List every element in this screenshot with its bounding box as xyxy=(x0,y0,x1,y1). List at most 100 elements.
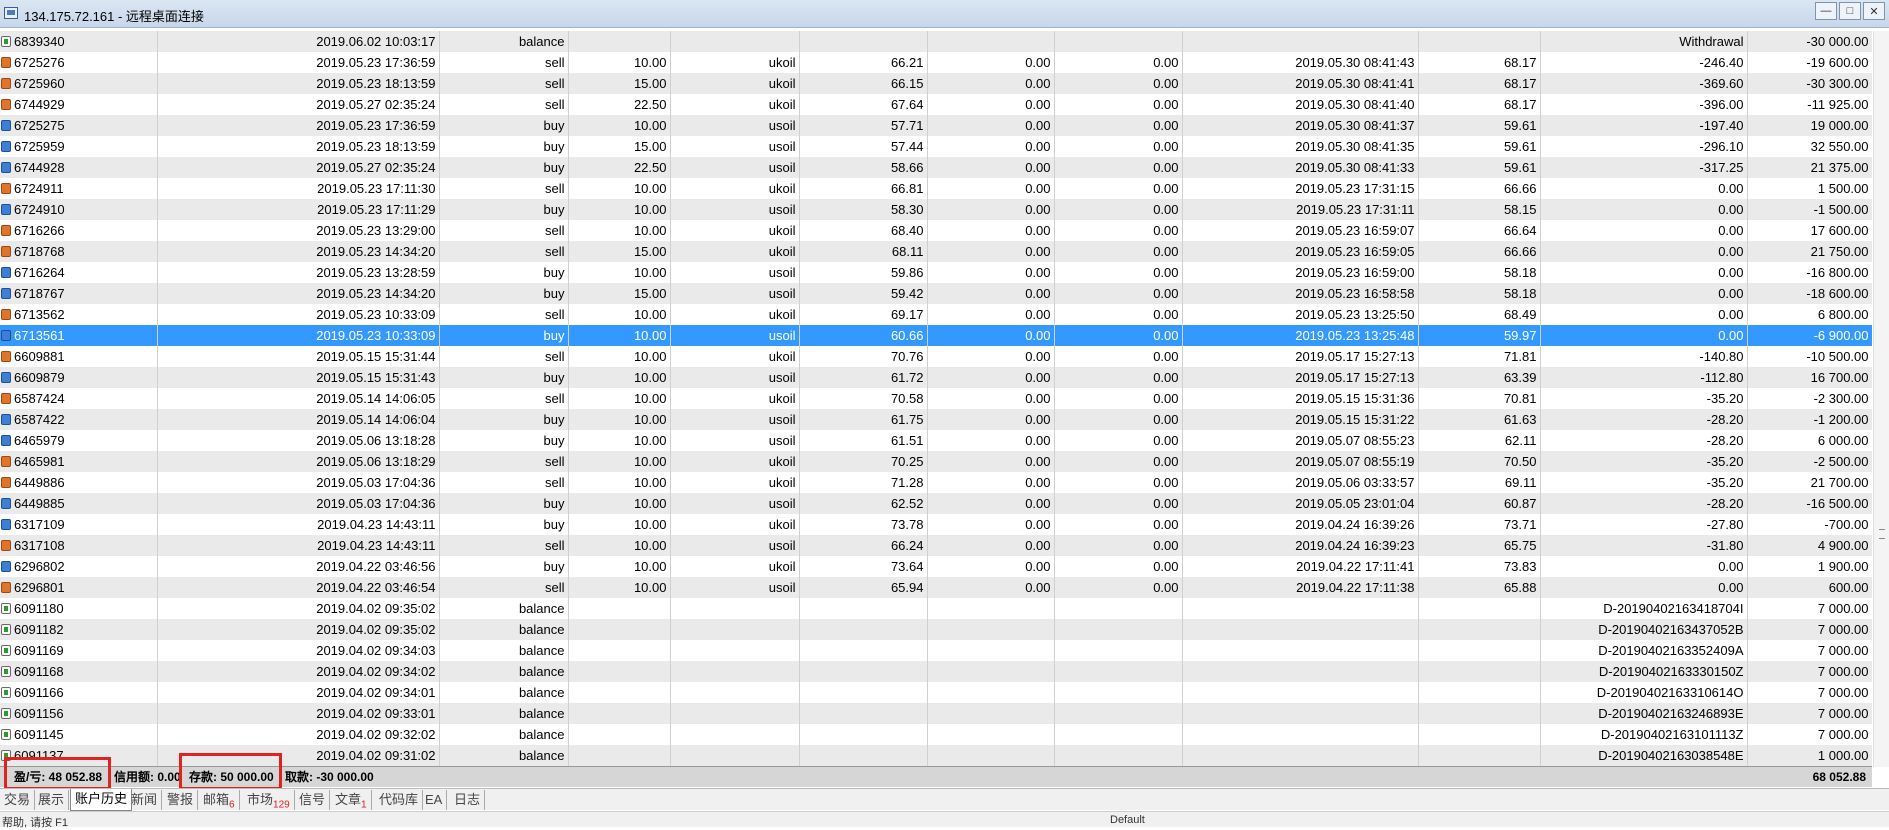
cell-open-time: 2019.05.23 17:36:59 xyxy=(157,115,440,136)
cell-sl xyxy=(927,724,1055,745)
tab-7[interactable]: 信号 xyxy=(295,790,331,810)
tab-0[interactable]: 交易 xyxy=(0,790,36,810)
cell-tp xyxy=(1054,703,1183,724)
cell-volume: 10.00 xyxy=(568,556,671,577)
cell-open-price: 62.52 xyxy=(799,493,928,514)
table-row[interactable]: 6724911 2019.05.23 17:11:30 sell 10.00 ukoil… xyxy=(0,178,1872,199)
sell-order-icon xyxy=(1,540,11,551)
cell-volume xyxy=(568,31,671,52)
ticket-label: 6449886 xyxy=(14,475,65,490)
table-row[interactable]: 6609879 2019.05.15 15:31:43 buy 10.00 usoil 6… xyxy=(0,367,1872,388)
table-row[interactable]: 6725959 2019.05.23 18:13:59 buy 15.00 usoil 5… xyxy=(0,136,1872,157)
table-row[interactable]: 6465979 2019.05.06 13:18:28 buy 10.00 usoil 6… xyxy=(0,430,1872,451)
scrollbar-grip[interactable] xyxy=(1879,529,1885,539)
table-row[interactable]: 6317108 2019.04.23 14:43:11 sell 10.00 usoil… xyxy=(0,535,1872,556)
cell-type: buy xyxy=(439,430,569,451)
table-row[interactable]: 6587424 2019.05.14 14:06:05 sell 10.00 ukoil… xyxy=(0,388,1872,409)
table-row[interactable]: 6725276 2019.05.23 17:36:59 sell 10.00 ukoil… xyxy=(0,52,1872,73)
ticket-label: 6091180 xyxy=(14,601,64,616)
cell-swap-comment: -35.20 xyxy=(1540,472,1748,493)
cell-profit: -700.00 xyxy=(1747,514,1872,535)
tab-label: 警报 xyxy=(167,792,194,807)
cell-close-price: 66.64 xyxy=(1418,220,1541,241)
remote-desktop-icon xyxy=(4,7,18,19)
withdrawal-total: 取款: -30 000.00 xyxy=(285,770,374,784)
table-row[interactable]: 6449886 2019.05.03 17:04:36 sell 10.00 ukoil… xyxy=(0,472,1872,493)
cell-open-price: 58.30 xyxy=(799,199,928,220)
cell-tp: 0.00 xyxy=(1054,73,1183,94)
ticket-label: 6725959 xyxy=(14,139,65,154)
cell-open-time: 2019.05.27 02:35:24 xyxy=(157,157,440,178)
cell-volume: 10.00 xyxy=(568,514,671,535)
table-row[interactable]: 6718767 2019.05.23 14:34:20 buy 15.00 usoil 5… xyxy=(0,283,1872,304)
table-row[interactable]: 6609881 2019.05.15 15:31:44 sell 10.00 ukoil… xyxy=(0,346,1872,367)
tab-2[interactable]: 账户历史 xyxy=(70,789,133,811)
tab-9[interactable]: 代码库 xyxy=(375,790,424,810)
cell-close-time: 2019.05.07 08:55:23 xyxy=(1182,430,1419,451)
cell-symbol: ukoil xyxy=(670,94,800,115)
table-row[interactable]: 6091180 2019.04.02 09:35:02 balance D-20190… xyxy=(0,598,1872,619)
tab-3[interactable]: 新闻 xyxy=(127,790,163,810)
tab-10[interactable]: EA xyxy=(421,790,448,810)
table-row[interactable]: 6091145 2019.04.02 09:32:02 balance D-20190… xyxy=(0,724,1872,745)
cell-tp: 0.00 xyxy=(1054,157,1183,178)
tab-8[interactable]: 文章1 xyxy=(331,790,372,811)
table-row[interactable]: 6713562 2019.05.23 10:33:09 sell 10.00 ukoil… xyxy=(0,304,1872,325)
tab-label: 信号 xyxy=(299,792,326,807)
tab-5[interactable]: 邮箱6 xyxy=(199,790,240,811)
tab-6[interactable]: 市场129 xyxy=(243,790,295,811)
cell-close-price: 69.11 xyxy=(1418,472,1541,493)
table-row[interactable]: 6091166 2019.04.02 09:34:01 balance D-20190… xyxy=(0,682,1872,703)
cell-sl: 0.00 xyxy=(927,178,1055,199)
tab-4[interactable]: 警报 xyxy=(163,790,199,810)
close-button[interactable]: ✕ xyxy=(1863,2,1885,20)
table-row[interactable]: 6317109 2019.04.23 14:43:11 buy 10.00 ukoil 7… xyxy=(0,514,1872,535)
cell-tp: 0.00 xyxy=(1054,52,1183,73)
cell-close-price xyxy=(1418,31,1541,52)
table-row[interactable]: 6724910 2019.05.23 17:11:29 buy 10.00 usoil 5… xyxy=(0,199,1872,220)
table-row[interactable]: 6091168 2019.04.02 09:34:02 balance D-20190… xyxy=(0,661,1872,682)
table-row[interactable]: 6716264 2019.05.23 13:28:59 buy 10.00 usoil 5… xyxy=(0,262,1872,283)
cell-ticket: 6716264 xyxy=(0,262,158,283)
cell-volume: 10.00 xyxy=(568,115,671,136)
table-row[interactable]: 6091156 2019.04.02 09:33:01 balance D-20190… xyxy=(0,703,1872,724)
cell-open-price xyxy=(799,31,928,52)
table-row[interactable]: 6091182 2019.04.02 09:35:02 balance D-20190… xyxy=(0,619,1872,640)
tab-label: 市场 xyxy=(247,792,274,807)
cell-close-time: 2019.05.15 15:31:36 xyxy=(1182,388,1419,409)
cell-symbol xyxy=(670,31,800,52)
minimize-button[interactable]: — xyxy=(1815,2,1837,20)
cell-ticket: 6609879 xyxy=(0,367,158,388)
table-row[interactable]: 6713561 2019.05.23 10:33:09 buy 10.00 usoil 6… xyxy=(0,325,1872,346)
tab-11[interactable]: 日志 xyxy=(450,790,486,810)
cell-tp xyxy=(1054,640,1183,661)
table-row[interactable]: 6744928 2019.05.27 02:35:24 buy 22.50 usoil 5… xyxy=(0,157,1872,178)
table-row[interactable]: 6296802 2019.04.22 03:46:56 buy 10.00 ukoil 7… xyxy=(0,556,1872,577)
vertical-scrollbar[interactable] xyxy=(1873,31,1889,767)
table-row[interactable]: 6465981 2019.05.06 13:18:29 sell 10.00 ukoil… xyxy=(0,451,1872,472)
cell-volume xyxy=(568,703,671,724)
cell-type: buy xyxy=(439,514,569,535)
cell-close-price: 58.15 xyxy=(1418,199,1541,220)
table-row[interactable]: 6718768 2019.05.23 14:34:20 sell 15.00 ukoil… xyxy=(0,241,1872,262)
table-row[interactable]: 6725960 2019.05.23 18:13:59 sell 15.00 ukoil… xyxy=(0,73,1872,94)
cell-open-time: 2019.05.23 14:34:20 xyxy=(157,283,440,304)
cell-symbol xyxy=(670,745,800,766)
cell-type: sell xyxy=(439,52,569,73)
cell-close-price: 68.17 xyxy=(1418,73,1541,94)
table-row[interactable]: 6744929 2019.05.27 02:35:24 sell 22.50 ukoil… xyxy=(0,94,1872,115)
tab-1[interactable]: 展示 xyxy=(34,790,70,810)
table-row[interactable]: 6839340 2019.06.02 10:03:17 balance Withdra… xyxy=(0,31,1872,52)
cell-sl: 0.00 xyxy=(927,73,1055,94)
cell-profit: -11 925.00 xyxy=(1747,94,1872,115)
table-row[interactable]: 6587422 2019.05.14 14:06:04 buy 10.00 usoil 6… xyxy=(0,409,1872,430)
cell-close-price: 59.61 xyxy=(1418,157,1541,178)
table-row[interactable]: 6091169 2019.04.02 09:34:03 balance D-20190… xyxy=(0,640,1872,661)
cell-close-time xyxy=(1182,682,1419,703)
maximize-button[interactable]: □ xyxy=(1839,2,1861,20)
table-row[interactable]: 6296801 2019.04.22 03:46:54 sell 10.00 usoil… xyxy=(0,577,1872,598)
table-row[interactable]: 6449885 2019.05.03 17:04:36 buy 10.00 usoil 6… xyxy=(0,493,1872,514)
table-row[interactable]: 6716266 2019.05.23 13:29:00 sell 10.00 ukoil… xyxy=(0,220,1872,241)
cell-open-time: 2019.04.22 03:46:54 xyxy=(157,577,440,598)
table-row[interactable]: 6725275 2019.05.23 17:36:59 buy 10.00 usoil 5… xyxy=(0,115,1872,136)
